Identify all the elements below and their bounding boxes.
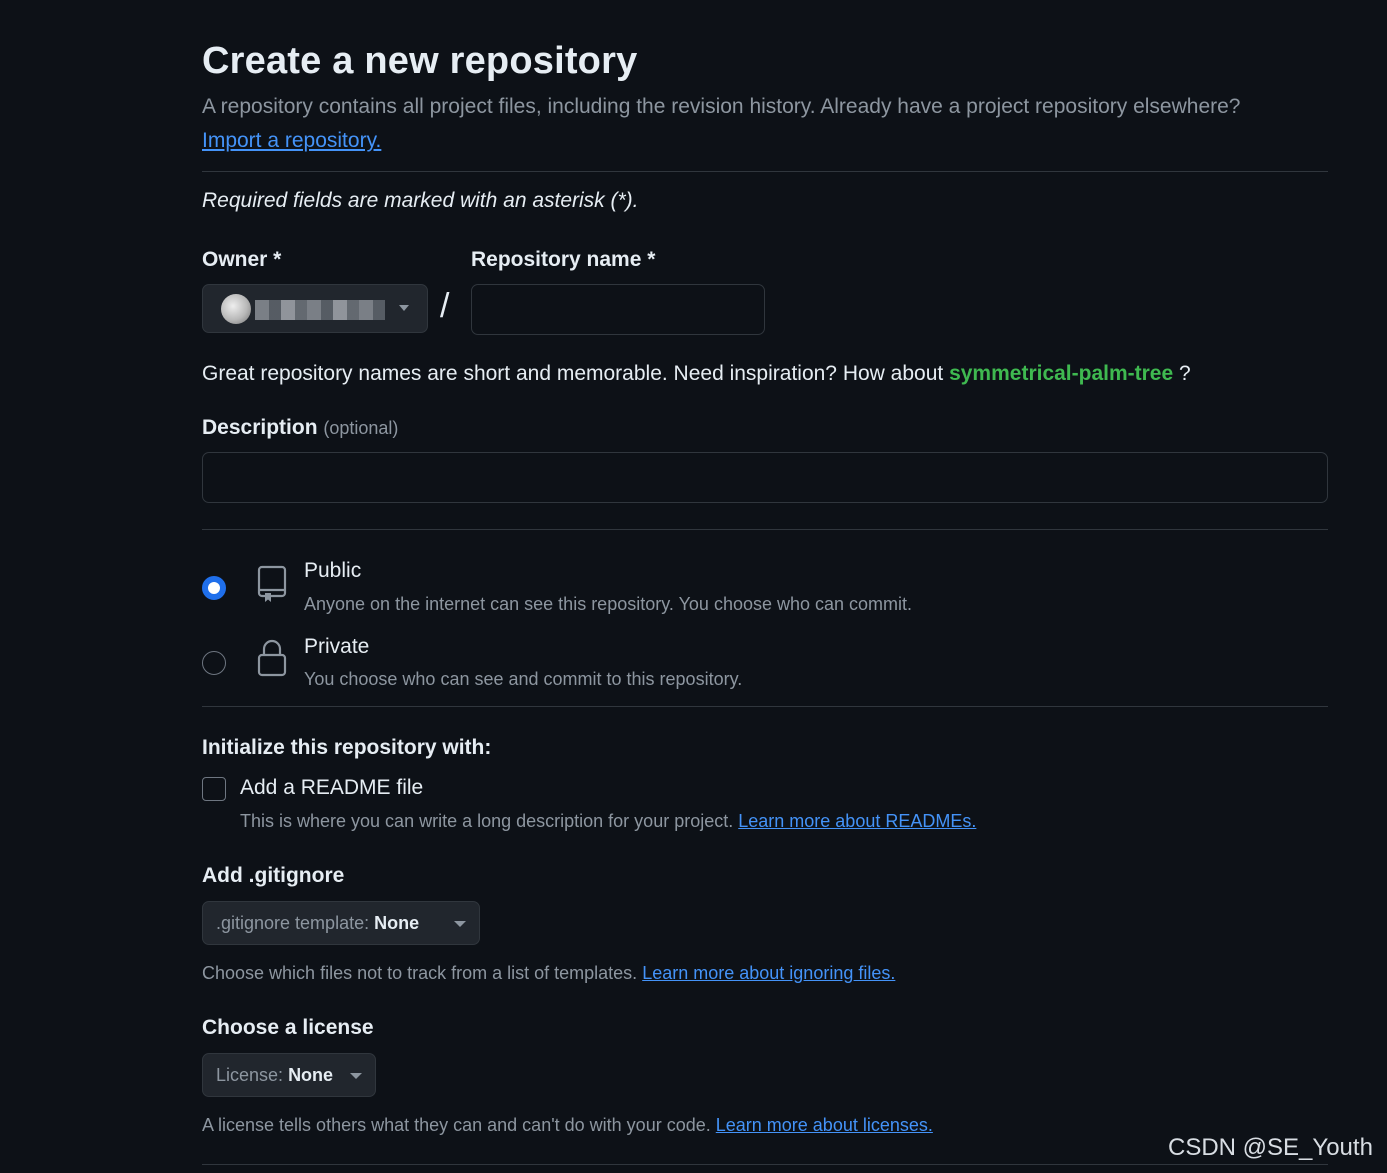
repo-name-hint-text: Great repository names are short and mem… (202, 362, 944, 385)
page-subtitle: A repository contains all project files,… (202, 95, 1241, 118)
triangle-down-icon (350, 1073, 362, 1079)
lock-icon (257, 639, 287, 677)
description-label-text: Description (202, 416, 318, 439)
readme-learn-more-link[interactable]: Learn more about READMEs. (738, 811, 976, 831)
owner-label: Owner * (202, 248, 282, 271)
readme-help: This is where you can write a long descr… (240, 811, 976, 832)
repo-name-hint-suffix: ? (1179, 362, 1191, 385)
gitignore-button-value: None (374, 913, 420, 933)
gitignore-heading: Add .gitignore (202, 864, 345, 887)
required-fields-note: Required fields are marked with an aster… (202, 189, 639, 212)
public-option-title: Public (304, 559, 362, 582)
gitignore-help: Choose which files not to track from a l… (202, 963, 895, 984)
repo-name-label: Repository name * (471, 248, 656, 271)
license-help-text: A license tells others what they can and… (202, 1115, 711, 1135)
add-readme-checkbox[interactable] (202, 777, 226, 801)
divider (202, 529, 1328, 530)
triangle-down-icon (454, 921, 466, 927)
gitignore-template-dropdown[interactable]: .gitignore template: None (202, 901, 480, 945)
optional-badge: (optional) (323, 418, 399, 438)
private-radio[interactable] (202, 651, 226, 675)
repo-icon (257, 565, 287, 602)
license-help: A license tells others what they can and… (202, 1115, 933, 1136)
gitignore-button-prefix: .gitignore template: (216, 913, 370, 933)
license-dropdown[interactable]: License: None (202, 1053, 376, 1097)
user-avatar-icon (221, 294, 251, 324)
owner-dropdown[interactable] (202, 284, 428, 333)
initialize-heading: Initialize this repository with: (202, 736, 492, 759)
private-option-description: You choose who can see and commit to thi… (304, 669, 743, 689)
triangle-down-icon (399, 305, 409, 311)
repository-name-input[interactable] (471, 284, 765, 335)
license-button-prefix: License: (216, 1065, 284, 1085)
watermark: CSDN @SE_Youth (1168, 1134, 1373, 1161)
public-radio[interactable] (202, 576, 226, 600)
public-option-description: Anyone on the internet can see this repo… (304, 594, 913, 614)
divider (202, 171, 1328, 172)
repo-name-hint: Great repository names are short and mem… (202, 362, 1191, 386)
page: Create a new repository A repository con… (0, 0, 1387, 1173)
license-button-value: None (288, 1065, 334, 1085)
divider (202, 706, 1328, 707)
divider (202, 1164, 1328, 1165)
gitignore-help-text: Choose which files not to track from a l… (202, 963, 638, 983)
license-learn-more-link[interactable]: Learn more about licenses. (716, 1115, 933, 1135)
readme-help-text: This is where you can write a long descr… (240, 811, 734, 831)
description-input[interactable] (202, 452, 1328, 503)
suggested-name-link[interactable]: symmetrical-palm-tree (949, 362, 1173, 385)
page-title: Create a new repository (202, 40, 638, 82)
gitignore-learn-more-link[interactable]: Learn more about ignoring files. (642, 963, 895, 983)
add-readme-label[interactable]: Add a README file (240, 776, 423, 800)
private-option-title: Private (304, 635, 370, 658)
description-label: Description (optional) (202, 416, 398, 440)
owner-name-redacted (255, 300, 385, 320)
owner-repo-separator: / (440, 287, 450, 325)
license-heading: Choose a license (202, 1016, 374, 1039)
import-repository-link[interactable]: Import a repository. (202, 129, 381, 153)
